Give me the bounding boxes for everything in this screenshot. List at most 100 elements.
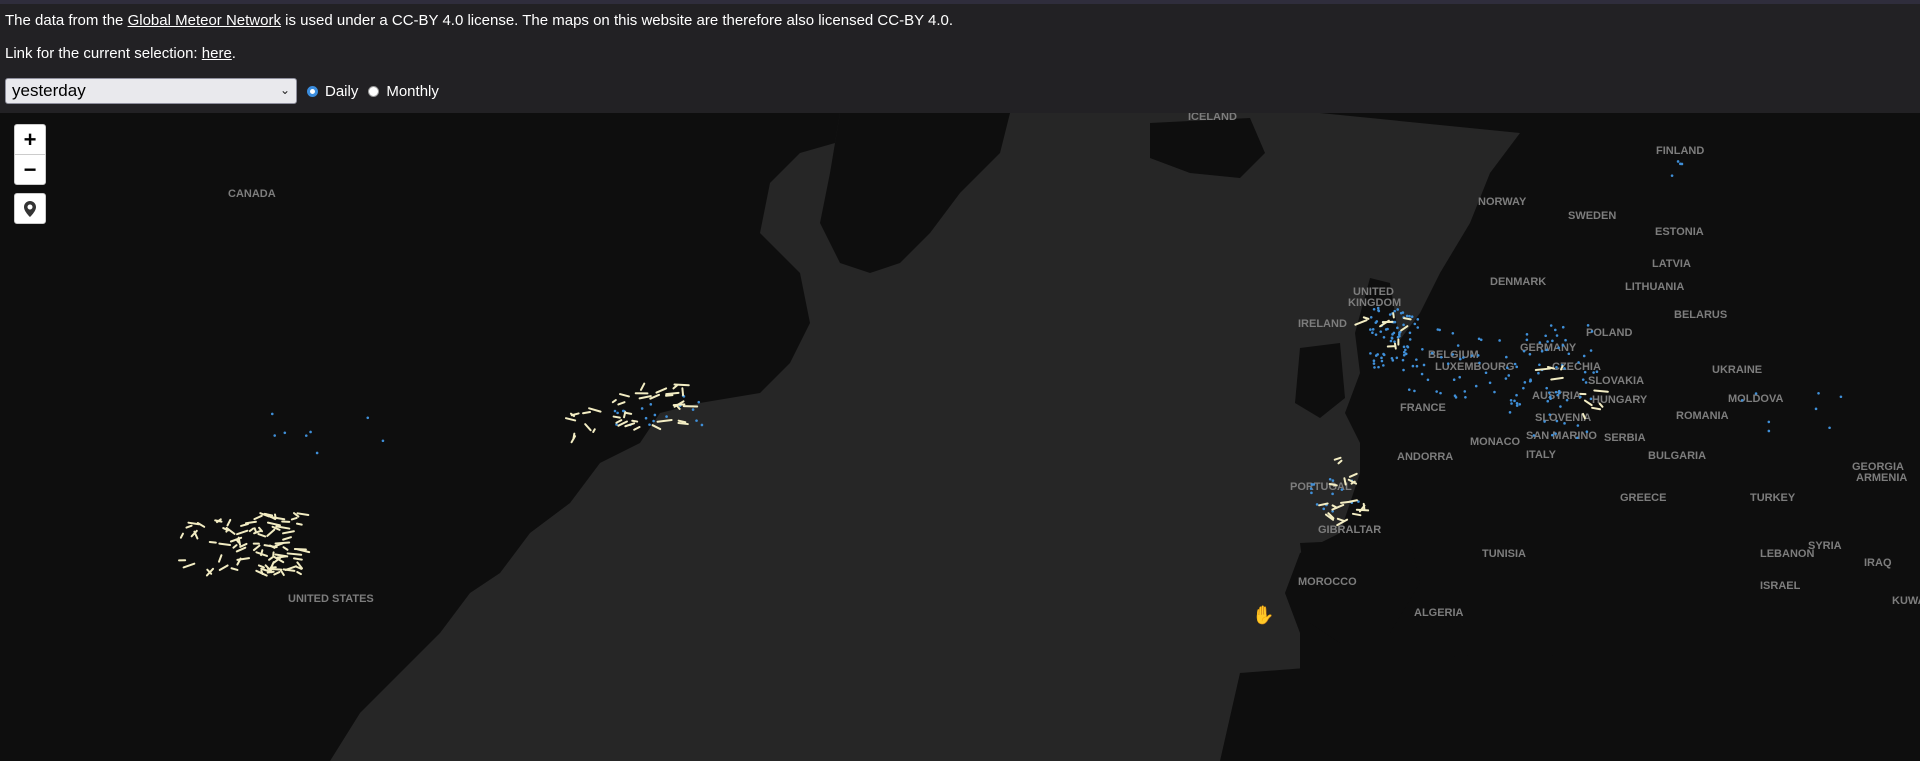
meteor-trail: [1400, 325, 1409, 332]
label-luxembourg: LUXEMBOURG: [1435, 361, 1514, 373]
station-dot: [1595, 370, 1599, 374]
station-dot: [304, 434, 308, 437]
label-kingdom: KINGDOM: [1348, 297, 1401, 309]
meteor-trail: [218, 542, 232, 546]
label-romania: ROMANIA: [1676, 410, 1729, 422]
radio-monthly-label: Monthly: [386, 82, 439, 100]
station-dot: [1384, 328, 1388, 331]
north-africa-land: [1220, 653, 1920, 761]
station-dot: [1561, 344, 1565, 347]
label-united-states: UNITED STATES: [288, 593, 374, 605]
station-dot: [1310, 491, 1313, 495]
label-algeria: ALGERIA: [1414, 607, 1464, 619]
meteor-trail: [1403, 317, 1412, 321]
station-dot: [1565, 398, 1569, 402]
period-select[interactable]: yesterday ⌄: [5, 78, 297, 104]
station-dot: [1576, 424, 1580, 427]
station-dot: [652, 419, 655, 423]
station-dot: [1579, 395, 1582, 399]
station-dot: [1576, 436, 1579, 440]
station-dot: [1393, 340, 1396, 343]
station-dot: [1456, 344, 1460, 347]
station-dot: [621, 409, 625, 413]
station-dot: [1422, 363, 1426, 367]
radio-daily-button[interactable]: [307, 85, 318, 97]
station-dot: [700, 423, 704, 427]
zoom-in-button[interactable]: +: [15, 125, 45, 154]
station-dot: [1399, 311, 1403, 315]
meteor-trail: [582, 411, 592, 415]
station-dot: [1549, 324, 1553, 327]
station-dot: [1584, 381, 1588, 384]
meteor-trail: [1351, 512, 1362, 517]
station-dot: [1548, 395, 1552, 399]
selection-here-link[interactable]: here: [202, 45, 232, 62]
greenland-land: [820, 113, 1010, 273]
station-dot: [1515, 404, 1519, 407]
north-america-land: [0, 113, 840, 761]
meteor-trail: [631, 419, 639, 423]
meteor-trail: [237, 536, 242, 546]
station-dot: [1529, 378, 1532, 382]
license-suffix: is used under a CC-BY 4.0 license. The m…: [280, 12, 954, 29]
station-dot: [1404, 348, 1407, 352]
label-france: FRANCE: [1400, 402, 1446, 414]
station-dot: [1589, 349, 1593, 352]
meteor-trail: [290, 516, 298, 521]
label-finland: FINLAND: [1656, 145, 1704, 157]
station-dot: [1479, 338, 1483, 342]
locate-button[interactable]: [14, 193, 46, 224]
station-dot: [1525, 338, 1529, 342]
station-dot: [1470, 354, 1474, 357]
station-dot: [1504, 377, 1508, 380]
station-dot: [1340, 488, 1344, 491]
station-dot: [644, 416, 648, 420]
station-dot: [640, 407, 644, 410]
station-dot: [1814, 407, 1818, 411]
station-dot: [1413, 389, 1416, 393]
meteor-trail: [260, 549, 264, 557]
radio-daily[interactable]: Daily: [307, 83, 358, 100]
station-dot: [1582, 354, 1586, 358]
zoom-out-button[interactable]: −: [15, 155, 45, 184]
station-dot: [1395, 356, 1399, 360]
station-dot: [1563, 422, 1566, 425]
station-dot: [1510, 402, 1513, 405]
top-border: [0, 0, 1920, 4]
meteor-trail: [624, 411, 633, 415]
station-dot: [381, 439, 385, 443]
station-dot: [1458, 357, 1462, 361]
station-dot: [270, 412, 274, 416]
station-dot: [1740, 399, 1744, 402]
meteor-trail: [1328, 483, 1338, 487]
map-canvas[interactable]: CANADA UNITED STATES ICELAND FINLAND NOR…: [0, 113, 1920, 761]
station-dot: [315, 451, 319, 455]
station-dot: [1446, 362, 1450, 365]
station-dot: [1767, 429, 1771, 433]
station-dot: [1839, 395, 1843, 399]
station-dot: [1416, 326, 1420, 329]
radio-monthly[interactable]: Monthly: [368, 83, 439, 100]
global-meteor-network-link[interactable]: Global Meteor Network: [128, 12, 281, 29]
meteor-trail: [1593, 389, 1609, 393]
map-svg[interactable]: CANADA UNITED STATES ICELAND FINLAND NOR…: [0, 113, 1920, 761]
station-dot: [1538, 363, 1541, 367]
station-dot: [1372, 307, 1376, 311]
license-prefix: The data from the: [5, 12, 128, 29]
label-iceland: ICELAND: [1188, 113, 1237, 123]
radio-monthly-button[interactable]: [368, 85, 380, 97]
station-dot: [1515, 365, 1519, 369]
station-dot: [1563, 367, 1566, 370]
label-ukraine: UKRAINE: [1712, 364, 1762, 376]
station-dot: [1390, 336, 1394, 340]
station-dot: [1513, 399, 1516, 403]
station-dot: [1554, 390, 1558, 394]
station-dot: [1557, 346, 1560, 350]
station-dot: [1680, 162, 1684, 166]
station-dot: [1540, 349, 1544, 353]
label-germany: GERMANY: [1520, 342, 1577, 354]
meteor-trail: [681, 387, 685, 397]
meteor-trail: [677, 422, 689, 426]
meteor-trail: [276, 555, 287, 559]
meteor-trail: [1348, 472, 1358, 478]
